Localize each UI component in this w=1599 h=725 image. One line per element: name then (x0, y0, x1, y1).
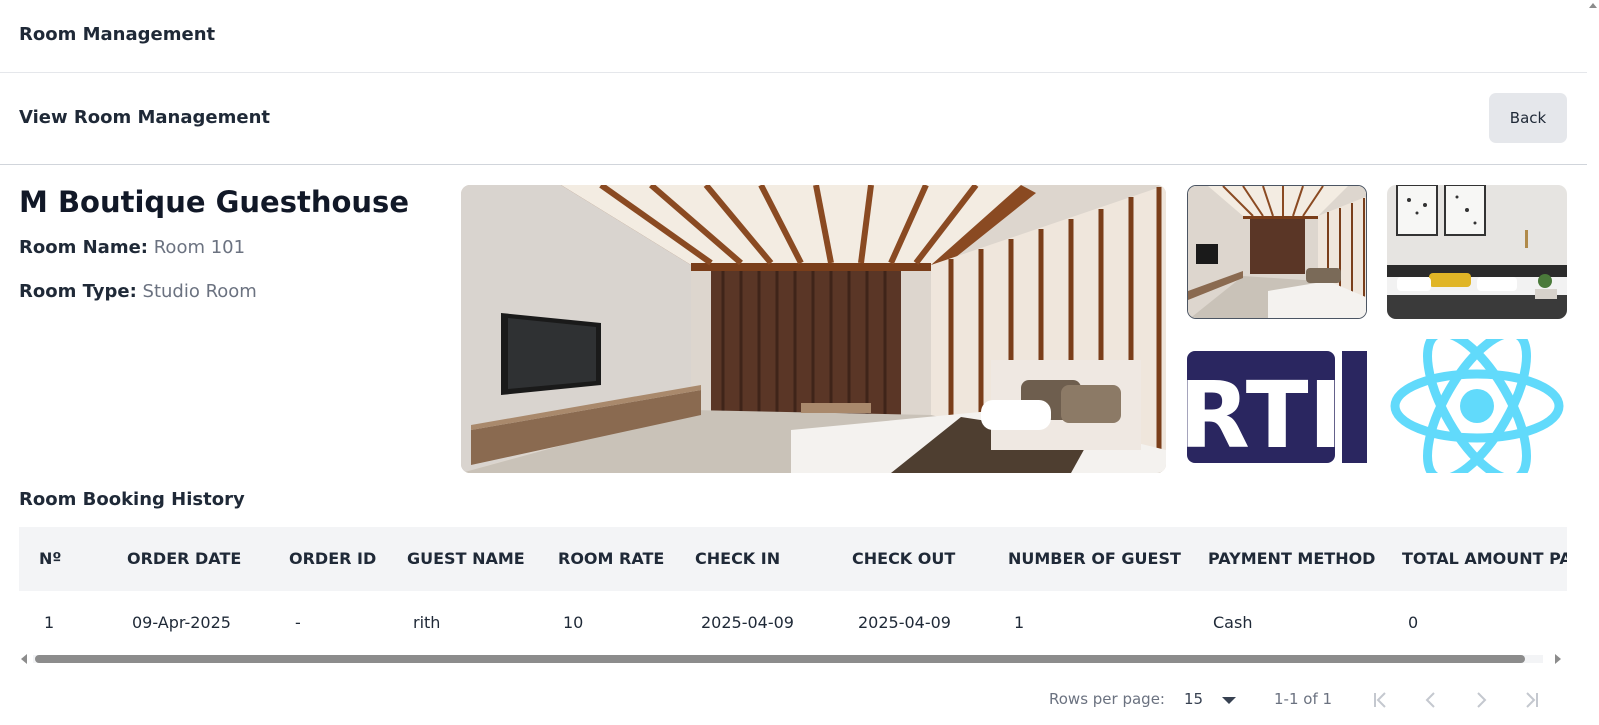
first-page-icon (1374, 692, 1386, 708)
scroll-left-arrow-icon[interactable] (21, 654, 27, 664)
cell-order-date: 09-Apr-2025 (132, 613, 231, 632)
next-page-button[interactable] (1468, 688, 1494, 712)
col-order-id[interactable]: ORDER ID (289, 549, 376, 568)
scrollbar-thumb[interactable] (35, 655, 1525, 663)
col-order-date[interactable]: ORDER DATE (127, 549, 241, 568)
page-vertical-scrollbar[interactable] (1587, 0, 1599, 725)
chevron-left-icon (1425, 692, 1435, 708)
cell-room-rate: 10 (563, 613, 584, 632)
hotel-room-illustration (461, 185, 1166, 473)
col-number-of-guest[interactable]: NUMBER OF GUEST (1008, 549, 1181, 568)
react-logo-icon (1387, 339, 1567, 473)
previous-page-button[interactable] (1418, 688, 1444, 712)
arti-logo-icon: RTI (1187, 339, 1367, 473)
top-header: Room Management (0, 0, 1587, 73)
col-total-amount-paid[interactable]: TOTAL AMOUNT PAID (1402, 549, 1567, 568)
room-type-value: Studio Room (142, 281, 257, 302)
room-name-row: Room Name: Room 101 (19, 237, 245, 258)
col-number[interactable]: Nº (39, 549, 61, 568)
back-button[interactable]: Back (1489, 93, 1567, 143)
sub-header: View Room Management Back (0, 73, 1587, 165)
table-horizontal-scrollbar[interactable] (19, 652, 1567, 666)
last-page-icon (1526, 692, 1538, 708)
booking-history-table: Nº ORDER DATE ORDER ID GUEST NAME ROOM R… (19, 527, 1567, 645)
col-check-out[interactable]: CHECK OUT (852, 549, 955, 568)
thumbnail-room-1[interactable] (1187, 185, 1367, 319)
scroll-right-arrow-icon[interactable] (1555, 654, 1561, 664)
thumbnail-arti-logo[interactable]: RTI (1187, 339, 1367, 473)
hotel-name: M Boutique Guesthouse (19, 185, 409, 219)
col-check-in[interactable]: CHECK IN (695, 549, 780, 568)
chevron-down-icon[interactable] (1222, 697, 1236, 704)
room-type-row: Room Type: Studio Room (19, 281, 257, 302)
pagination-range: 1-1 of 1 (1274, 690, 1333, 708)
cell-payment-method: Cash (1213, 613, 1253, 632)
hotel-room-thumb-illustration (1188, 186, 1366, 318)
bedroom-art-thumb-illustration (1387, 185, 1567, 319)
cell-number: 1 (44, 613, 55, 632)
chevron-right-icon (1477, 692, 1487, 708)
col-room-rate[interactable]: ROOM RATE (558, 549, 664, 568)
rows-per-page-label: Rows per page: (1049, 690, 1165, 708)
section-heading: View Room Management (19, 107, 270, 128)
thumbnail-room-2[interactable] (1387, 185, 1567, 319)
cell-order-id: - (295, 613, 301, 632)
col-guest-name[interactable]: GUEST NAME (407, 549, 525, 568)
scroll-up-arrow-icon[interactable] (1589, 3, 1597, 8)
cell-check-in: 2025-04-09 (701, 613, 794, 632)
thumbnail-react-logo[interactable] (1387, 339, 1567, 473)
cell-check-out: 2025-04-09 (858, 613, 951, 632)
room-name-value: Room 101 (153, 237, 246, 258)
last-page-button[interactable] (1518, 688, 1544, 712)
booking-history-title: Room Booking History (19, 489, 245, 510)
room-name-label: Room Name: (19, 237, 148, 258)
main-room-image[interactable] (461, 185, 1166, 473)
cell-total-amount-paid: 0 (1408, 613, 1419, 632)
rows-per-page-select[interactable]: 15 (1184, 690, 1203, 708)
page-title: Room Management (19, 24, 216, 45)
col-payment-method[interactable]: PAYMENT METHOD (1208, 549, 1375, 568)
first-page-button[interactable] (1368, 688, 1394, 712)
cell-number-of-guest: 1 (1014, 613, 1025, 632)
table-header-row: Nº ORDER DATE ORDER ID GUEST NAME ROOM R… (19, 527, 1567, 591)
room-type-label: Room Type: (19, 281, 137, 302)
cell-guest-name: rith (413, 613, 441, 632)
arti-logo-text: RTI (1187, 362, 1343, 469)
